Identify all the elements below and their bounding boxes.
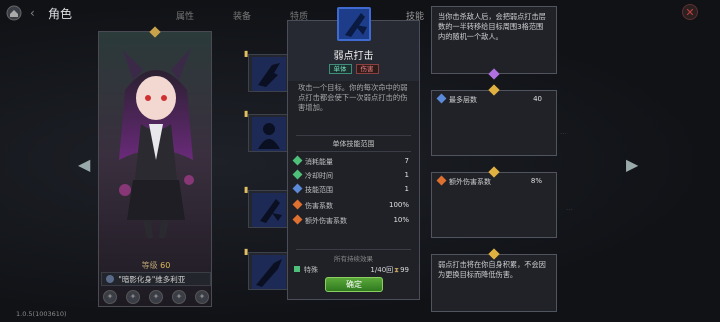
info-panel-accumulate: 弱点打击将在你自身积累，不会因为更换目标而降低伤害。 bbox=[431, 248, 557, 312]
skill-slot[interactable]: ▮ bbox=[244, 247, 288, 290]
stat-value: 100% bbox=[388, 201, 409, 209]
stat-label: 技能范围 bbox=[305, 186, 333, 194]
level-label: 等级 bbox=[141, 261, 158, 270]
weak-point-strike-icon bbox=[337, 7, 371, 41]
special-value: 1/40回⧗99 bbox=[370, 266, 409, 274]
slot-marker-icon: ▮ bbox=[244, 49, 249, 58]
slot-marker-icon: ▮ bbox=[244, 247, 249, 256]
energy-icon bbox=[292, 155, 303, 166]
star-icon: ✦ bbox=[149, 290, 163, 304]
skill-slot[interactable]: ▮ bbox=[244, 109, 288, 152]
character-name-row: "暗影化身"维多利亚 bbox=[101, 272, 211, 286]
stat-label: 最多层数 bbox=[449, 96, 477, 104]
star-row: ✦ ✦ ✦ ✦ ✦ bbox=[103, 290, 209, 304]
stat-row-cooldown: 冷却时间 1 bbox=[292, 169, 411, 182]
damage-icon bbox=[292, 199, 303, 210]
skill-detail-popup: 弱点打击 单体 伤害 攻击一个目标。你的每次命中的弱点打击都会使下一次弱点打击的… bbox=[287, 7, 420, 300]
slot-marker-icon: ▮ bbox=[244, 109, 249, 118]
stat-value: 1 bbox=[404, 171, 409, 179]
star-icon: ✦ bbox=[126, 290, 140, 304]
special-row: 特殊 1/40回⧗99 bbox=[294, 265, 411, 275]
panel-stat-row: 最多层数 40 bbox=[432, 91, 556, 105]
stat-value: 1 bbox=[404, 185, 409, 193]
character-card[interactable]: 等级 60 "暗影化身"维多利亚 ✦ ✦ ✦ ✦ ✦ bbox=[98, 26, 213, 307]
tag-single-target: 单体 bbox=[328, 64, 352, 74]
stat-row-extra-damage: 额外伤害系数 10% bbox=[292, 214, 411, 227]
extra-damage-icon bbox=[292, 214, 303, 225]
stat-value: 40 bbox=[533, 95, 542, 103]
range-title: 单体技能范围 bbox=[332, 140, 375, 148]
stat-label: 伤害系数 bbox=[305, 202, 333, 210]
star-icon: ✦ bbox=[195, 290, 209, 304]
stat-value: 8% bbox=[530, 177, 542, 185]
level-row: 等级 60 bbox=[99, 260, 213, 271]
slot-marker-icon: ▮ bbox=[244, 185, 249, 194]
bg-faded-text: … bbox=[560, 128, 567, 136]
stat-row-damage: 伤害系数 100% bbox=[292, 199, 411, 212]
star-icon: ✦ bbox=[103, 290, 117, 304]
stat-value: 10% bbox=[393, 216, 409, 224]
character-portrait bbox=[119, 48, 194, 238]
stat-label: 额外伤害系数 bbox=[305, 217, 347, 225]
tab-attributes[interactable]: 属性 bbox=[176, 9, 194, 22]
damage-icon bbox=[436, 175, 447, 186]
close-button[interactable]: ✕ bbox=[682, 4, 698, 20]
range-icon bbox=[292, 183, 303, 194]
prev-character-arrow-icon[interactable]: ◀ bbox=[78, 155, 90, 174]
hourglass-icon: ⧗ bbox=[394, 266, 400, 274]
info-panel-transfer: 当你击杀敌人后，会把弱点打击层数的一半转移给目标周围3格范围内的随机一个敌人。 bbox=[431, 6, 557, 80]
info-panel-extra-damage: 额外伤害系数 8% bbox=[431, 166, 557, 238]
bg-faded-text: … bbox=[566, 204, 573, 212]
skill-slot[interactable]: ▮ bbox=[244, 49, 288, 92]
rank-badge-icon bbox=[106, 275, 114, 283]
divider bbox=[296, 135, 411, 136]
version-label: 1.0.5(1003610) bbox=[16, 310, 67, 318]
dragon-claw-icon bbox=[252, 57, 286, 91]
star-icon: ✦ bbox=[172, 290, 186, 304]
stat-row-range: 技能范围 1 bbox=[292, 183, 411, 196]
divider bbox=[296, 249, 411, 250]
stat-row-energy: 消耗能量 7 bbox=[292, 155, 411, 168]
page-title: 角色 bbox=[48, 7, 73, 21]
divider bbox=[296, 151, 411, 152]
panel-text: 当你击杀敌人后，会把弱点打击层数的一半转移给目标周围3格范围内的随机一个敌人。 bbox=[438, 12, 546, 41]
stack-icon bbox=[436, 93, 447, 104]
tag-damage: 伤害 bbox=[355, 64, 379, 74]
special-icon bbox=[294, 266, 300, 272]
special-label: 特殊 bbox=[304, 266, 318, 274]
panel-stat-row: 额外伤害系数 8% bbox=[432, 173, 556, 187]
tab-equipment[interactable]: 装备 bbox=[233, 9, 251, 22]
stat-label: 消耗能量 bbox=[305, 158, 333, 166]
skill-tags: 单体 伤害 bbox=[288, 64, 419, 74]
info-panel-max-stacks: 最多层数 40 bbox=[431, 84, 557, 156]
stat-value: 7 bbox=[404, 157, 409, 165]
stat-label: 冷却时间 bbox=[305, 172, 333, 180]
character-name: "暗影化身"维多利亚 bbox=[118, 275, 186, 284]
continuous-effects-title: 所有持续效果 bbox=[334, 255, 373, 263]
shadow-figure-icon bbox=[252, 117, 286, 151]
back-arrow-icon[interactable]: ‹ bbox=[30, 6, 35, 20]
confirm-button[interactable]: 确定 bbox=[325, 277, 383, 292]
stat-label: 额外伤害系数 bbox=[449, 178, 491, 186]
home-icon[interactable] bbox=[6, 5, 22, 21]
dash-strike-icon bbox=[252, 255, 286, 289]
skill-slot[interactable]: ▮ bbox=[244, 185, 288, 228]
next-character-arrow-icon[interactable]: ▶ bbox=[626, 155, 638, 174]
level-value: 60 bbox=[160, 261, 171, 270]
weak-point-strike-icon bbox=[252, 193, 286, 227]
cooldown-icon bbox=[292, 169, 303, 180]
skill-description: 攻击一个目标。你的每次命中的弱点打击都会使下一次弱点打击的伤害增加。 bbox=[298, 83, 408, 112]
skill-name: 弱点打击 bbox=[333, 51, 374, 62]
